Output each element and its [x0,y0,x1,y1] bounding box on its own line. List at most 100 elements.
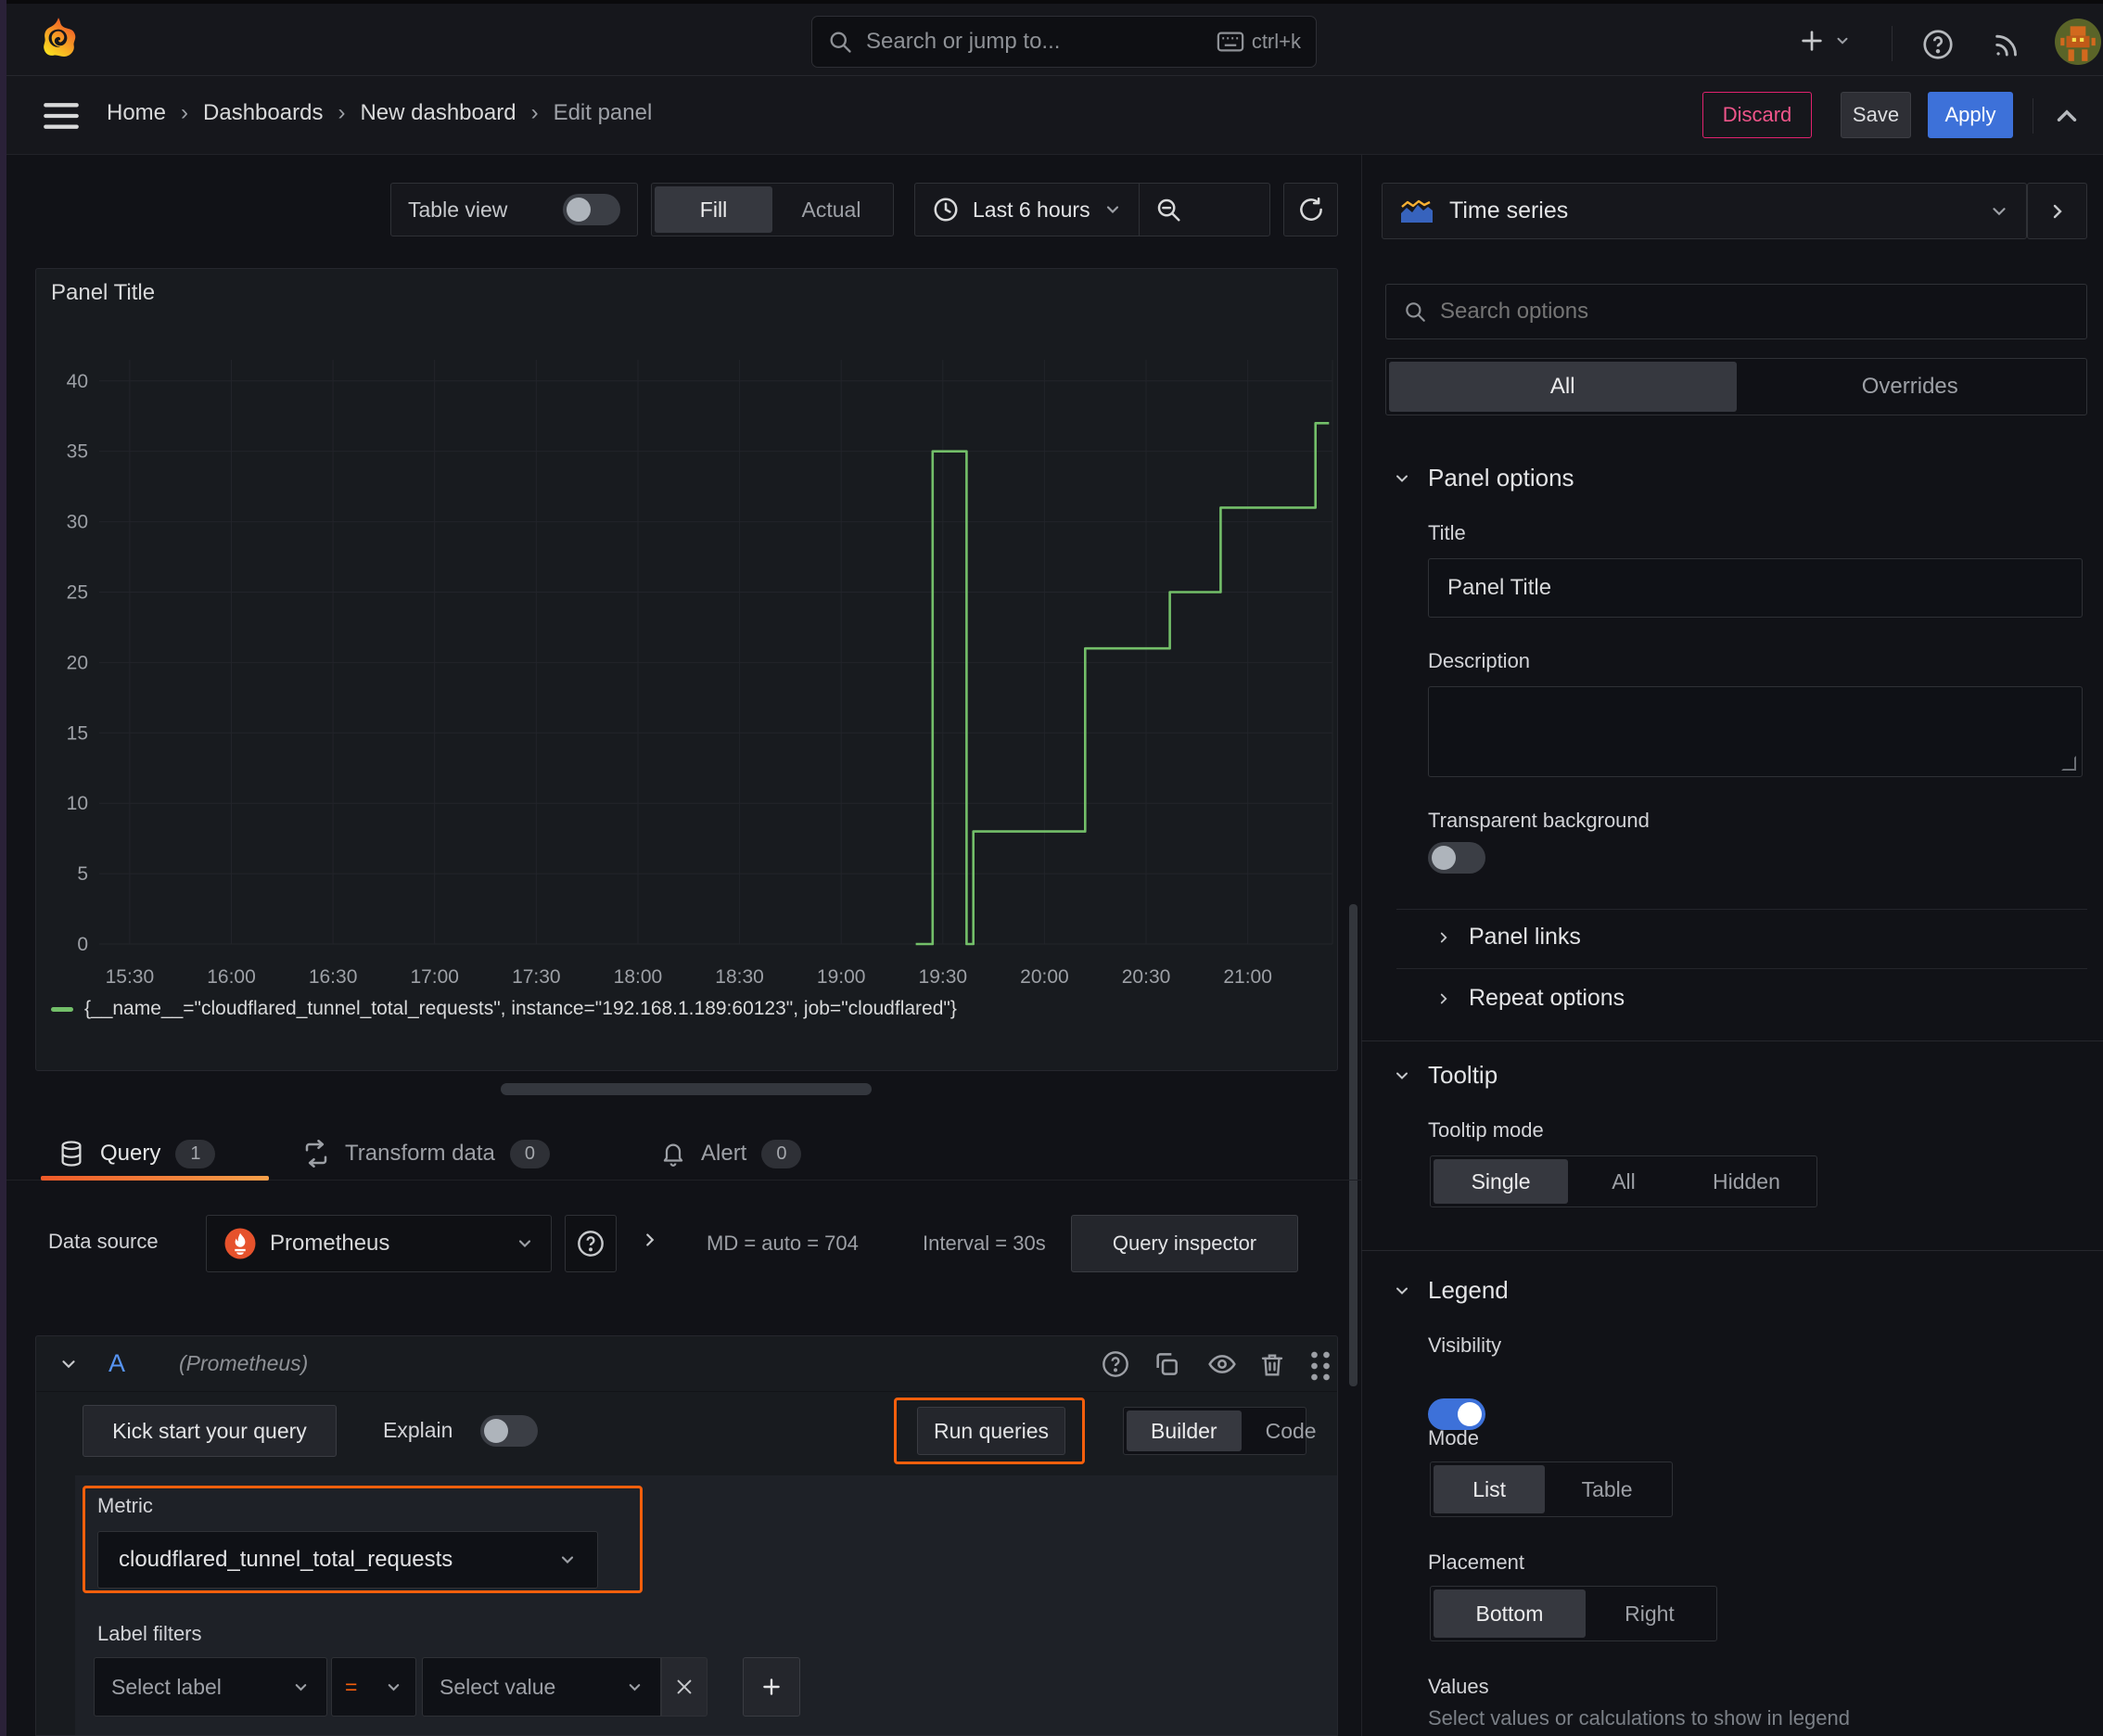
global-search[interactable]: ctrl+k [811,16,1317,68]
toggle-viz-picker-button[interactable] [2027,183,2087,239]
resize-handle-icon[interactable] [2061,756,2076,771]
add-filter-button[interactable] [743,1657,800,1717]
hide-response-eye-icon[interactable] [1206,1349,1238,1379]
legend-placement-bottom[interactable]: Bottom [1434,1589,1586,1638]
query-options-expand-icon[interactable] [640,1230,660,1250]
code-option[interactable]: Code [1242,1410,1341,1451]
legend-series-label[interactable]: {__name__="cloudflared_tunnel_total_requ… [84,998,957,1020]
tooltip-mode-all[interactable]: All [1568,1159,1679,1204]
table-view-toggle[interactable] [563,194,620,225]
tooltip-mode-group: Single All Hidden [1430,1155,1817,1207]
search-input[interactable] [866,29,1204,55]
filter-operator-dropdown[interactable]: = [331,1657,416,1717]
chart-panel[interactable]: Panel Title 0 5 10 15 20 25 30 35 40 15:30 16:00 16… [35,268,1338,1071]
svg-text:10: 10 [67,793,88,814]
metric-value: cloudflared_tunnel_total_requests [119,1547,453,1572]
help-button[interactable] [1921,28,1955,61]
panel-options-section-header[interactable]: Panel options [1393,464,1574,492]
datasource-name: Prometheus [270,1231,390,1256]
tooltip-mode-hidden[interactable]: Hidden [1679,1159,1814,1204]
user-avatar[interactable] [2055,19,2101,70]
delete-query-trash-icon[interactable] [1258,1349,1286,1379]
legend-visibility-toggle[interactable] [1428,1398,1485,1430]
time-range-group: Last 6 hours [914,183,1270,236]
options-tab-all[interactable]: All [1389,362,1737,412]
tab-query-count: 1 [175,1139,216,1168]
news-rss-button[interactable] [1992,28,2023,59]
query-help-icon[interactable] [1101,1349,1130,1379]
metric-select[interactable]: cloudflared_tunnel_total_requests [97,1531,598,1589]
panel-options-title: Panel options [1428,464,1574,491]
drag-handle[interactable] [1308,1347,1332,1381]
save-button[interactable]: Save [1841,92,1911,138]
select-value-dropdown[interactable]: Select value [422,1657,661,1717]
legend-placement-right[interactable]: Right [1586,1589,1714,1638]
remove-filter-button[interactable] [661,1657,707,1717]
breadcrumb-home[interactable]: Home [107,100,166,126]
chevron-down-icon[interactable] [58,1354,79,1374]
breadcrumb-new-dashboard[interactable]: New dashboard [360,100,516,126]
panel-title-field[interactable] [1428,558,2083,618]
time-series-chart[interactable]: 0 5 10 15 20 25 30 35 40 15:30 16:00 16:30 17:00 17:3… [36,334,1337,996]
tooltip-section-header[interactable]: Tooltip [1393,1061,1498,1090]
panel-links-section-header[interactable]: Panel links [1435,924,1581,951]
panel-title: Panel Title [51,280,156,305]
explain-toggle[interactable] [480,1415,538,1447]
apply-button[interactable]: Apply [1928,92,2013,138]
breadcrumb-separator: › [338,100,346,125]
options-search-input[interactable] [1440,299,2070,325]
breadcrumb: Home › Dashboards › New dashboard › Edit… [107,100,652,126]
query-ref-id[interactable]: A [108,1349,125,1378]
kickstart-query-button[interactable]: Kick start your query [83,1405,337,1457]
svg-text:15:30: 15:30 [106,966,155,988]
time-range-picker[interactable]: Last 6 hours [915,184,1139,236]
mega-menu-button[interactable] [43,102,80,130]
tab-alert-count: 0 [761,1139,802,1168]
query-inspector-button[interactable]: Query inspector [1071,1215,1298,1272]
legend-section-header[interactable]: Legend [1393,1276,1509,1305]
duplicate-query-icon[interactable] [1152,1349,1181,1379]
horizontal-scrollbar[interactable] [501,1083,872,1095]
discard-button[interactable]: Discard [1702,92,1812,138]
legend-mode-list[interactable]: List [1434,1465,1546,1513]
transparent-background-toggle[interactable] [1428,842,1485,874]
options-tab-overrides[interactable]: Overrides [1737,362,2084,412]
add-menu-button[interactable] [1797,26,1851,56]
run-queries-button[interactable]: Run queries [917,1407,1065,1455]
visualization-picker[interactable]: Time series [1382,183,2027,239]
legend-swatch[interactable] [51,1006,73,1012]
breadcrumb-dashboards[interactable]: Dashboards [203,100,323,126]
chevron-down-icon [626,1679,644,1696]
tab-transform-count: 0 [509,1139,550,1168]
actual-option[interactable]: Actual [772,186,890,233]
tab-alert[interactable]: Alert 0 [660,1127,802,1181]
legend-visibility-label: Visibility [1428,1334,1502,1357]
datasource-help-button[interactable] [565,1215,617,1272]
options-search-box[interactable] [1385,284,2087,339]
grafana-logo-icon[interactable] [35,15,82,68]
tooltip-mode-single[interactable]: Single [1434,1159,1569,1204]
title-field-label: Title [1428,521,1466,544]
svg-text:20:30: 20:30 [1122,966,1171,988]
tab-query[interactable]: Query 1 [57,1127,216,1181]
query-row-header[interactable]: A (Prometheus) [36,1336,1337,1392]
svg-text:19:30: 19:30 [919,966,968,988]
fill-option[interactable]: Fill [655,186,772,233]
datasource-picker[interactable]: Prometheus [206,1215,552,1272]
panel-description-textarea[interactable] [1428,686,2083,777]
legend-mode-table[interactable]: Table [1545,1465,1669,1513]
tab-transform-label: Transform data [345,1141,495,1166]
select-label-dropdown[interactable]: Select label [94,1657,327,1717]
tab-alert-label: Alert [701,1141,747,1166]
search-shortcut: ctrl+k [1217,30,1301,54]
svg-text:40: 40 [67,371,88,392]
repeat-options-section-header[interactable]: Repeat options [1435,985,1625,1012]
zoom-out-button[interactable] [1140,184,1197,236]
tab-transform[interactable]: Transform data 0 [302,1127,550,1181]
legend-placement-group: Bottom Right [1430,1586,1717,1641]
panel-title-input[interactable] [1447,575,2063,601]
builder-option[interactable]: Builder [1127,1410,1242,1451]
svg-text:20: 20 [67,652,88,673]
refresh-button[interactable] [1283,183,1338,236]
collapse-options-pane-button[interactable] [2051,100,2083,132]
